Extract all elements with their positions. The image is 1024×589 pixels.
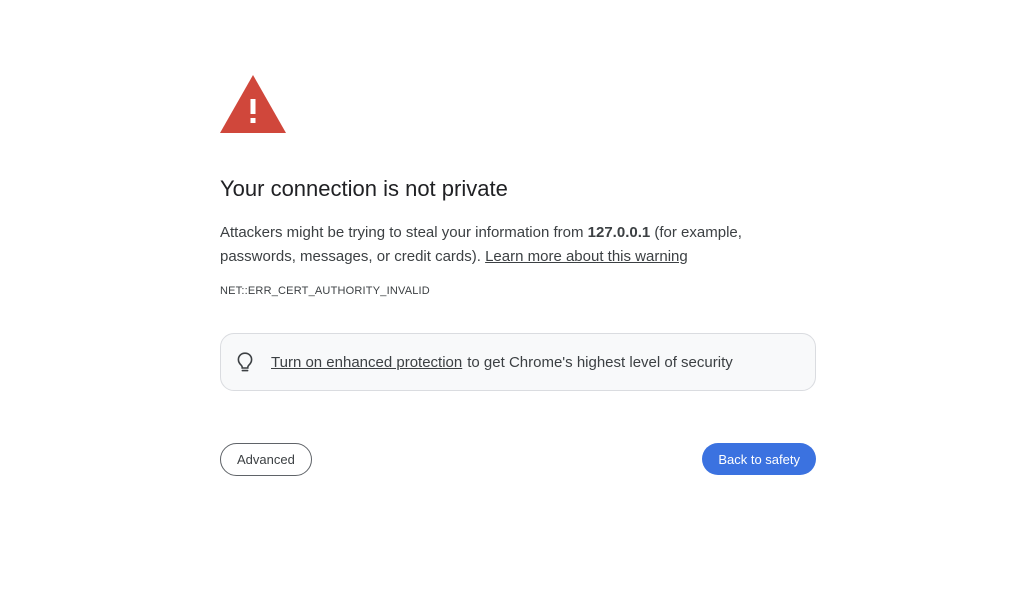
page-title: Your connection is not private [220, 176, 508, 201]
enhanced-protection-promo: Turn on enhanced protection to get Chrom… [220, 333, 816, 391]
lightbulb-icon [235, 351, 255, 373]
back-to-safety-button[interactable]: Back to safety [702, 443, 816, 475]
error-code: NET::ERR_CERT_AUTHORITY_INVALID [220, 285, 430, 297]
warning-message: Attackers might be trying to steal your … [220, 221, 816, 269]
warning-triangle-icon [220, 75, 286, 133]
learn-more-link[interactable]: Learn more about this warning [485, 248, 688, 265]
interstitial-content: Your connection is not private Attackers… [220, 75, 816, 391]
enhanced-protection-link[interactable]: Turn on enhanced protection [271, 354, 462, 371]
advanced-button[interactable]: Advanced [220, 443, 312, 476]
button-row: Advanced Back to safety [220, 443, 816, 477]
host-name: 127.0.0.1 [587, 224, 651, 241]
security-interstitial-page: Your connection is not private Attackers… [0, 0, 1024, 589]
promo-text: to get Chrome's highest level of securit… [467, 353, 733, 371]
message-prefix: Attackers might be trying to steal your … [220, 224, 588, 241]
